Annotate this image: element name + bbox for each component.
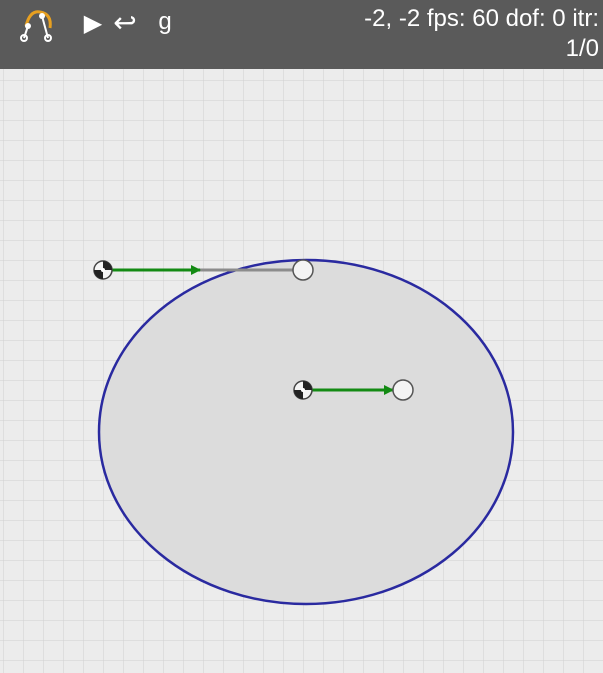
fps-value: 60 <box>472 5 499 32</box>
dof-label: dof: <box>505 5 546 32</box>
base-node-center[interactable] <box>293 380 313 400</box>
model-canvas[interactable] <box>0 69 603 673</box>
undo-arrow-icon[interactable]: ↩ <box>110 6 140 38</box>
itr-value: 1/0 <box>565 35 599 62</box>
pointer-coordinates: -2, -2 <box>364 5 421 32</box>
itr-label: itr: <box>572 5 599 32</box>
toolbar: ▶ ↩ g -2, -2 fps: 60 dof: 0 itr: 1/0 <box>0 0 603 69</box>
node-top[interactable] <box>292 259 314 281</box>
dof-value: 0 <box>552 5 566 32</box>
base-node-top[interactable] <box>93 260 113 280</box>
grid-toggle-button[interactable]: g <box>152 6 178 38</box>
play-icon[interactable]: ▶ <box>80 8 106 38</box>
mec2-logo-icon[interactable] <box>18 4 58 44</box>
ellipse-shape[interactable] <box>97 258 515 606</box>
node-right[interactable] <box>392 379 414 401</box>
status-readout: -2, -2 fps: 60 dof: 0 itr: 1/0 <box>299 4 599 64</box>
fps-label: fps: <box>426 5 466 32</box>
